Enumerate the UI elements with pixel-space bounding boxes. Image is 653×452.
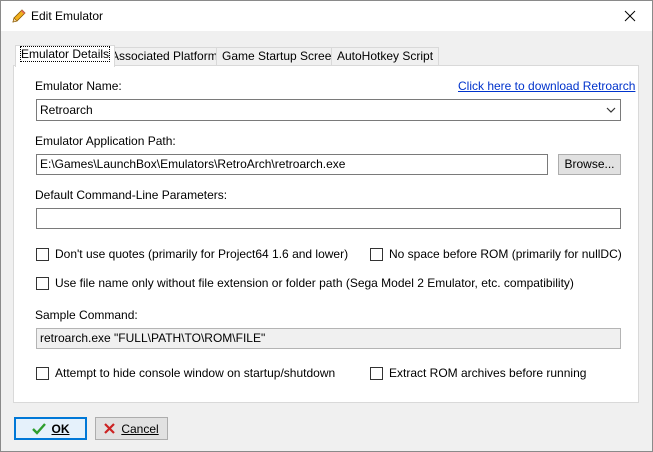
emulator-name-label: Emulator Name: xyxy=(35,79,122,93)
sample-command-field: retroarch.exe "FULL\PATH\TO\ROM\FILE" xyxy=(36,328,621,349)
tab-emulator-details[interactable]: Emulator Details xyxy=(15,45,116,67)
checkbox-box[interactable] xyxy=(370,366,383,380)
tab-associated-platforms[interactable]: Associated Platforms xyxy=(105,47,230,66)
checkbox-box[interactable] xyxy=(36,247,49,261)
sample-command-label: Sample Command: xyxy=(35,308,138,322)
checkbox-box[interactable] xyxy=(36,276,49,290)
edit-emulator-window: Edit Emulator Emulator Details Associate… xyxy=(0,0,653,452)
window-title: Edit Emulator xyxy=(31,9,104,23)
ok-label: OK xyxy=(51,421,70,436)
emulator-name-value: Retroarch xyxy=(40,103,93,117)
tab-autohotkey-script[interactable]: AutoHotkey Script xyxy=(331,47,440,66)
cancel-x-icon xyxy=(104,423,116,434)
title-bar: Edit Emulator xyxy=(1,1,652,31)
cmdline-input[interactable] xyxy=(36,208,621,229)
download-retroarch-link[interactable]: Click here to download Retroarch xyxy=(458,79,635,93)
close-icon xyxy=(624,10,636,22)
close-button[interactable] xyxy=(608,1,652,31)
dont-use-quotes-checkbox[interactable]: Don't use quotes (primarily for Project6… xyxy=(36,247,348,261)
emulator-name-combobox[interactable]: Retroarch xyxy=(36,99,621,121)
cancel-button[interactable]: Cancel xyxy=(95,417,168,440)
checkmark-icon xyxy=(31,422,46,435)
no-space-before-rom-checkbox[interactable]: No space before ROM (primarily for nullD… xyxy=(370,247,622,261)
file-name-only-checkbox[interactable]: Use file name only without file extensio… xyxy=(36,276,574,290)
app-path-input[interactable]: E:\Games\LaunchBox\Emulators\RetroArch\r… xyxy=(36,154,548,175)
chevron-down-icon xyxy=(606,107,616,113)
emulator-details-panel: Emulator Name: Click here to download Re… xyxy=(13,65,639,403)
hide-console-checkbox[interactable]: Attempt to hide console window on startu… xyxy=(36,366,335,380)
cancel-label: Cancel xyxy=(121,421,159,436)
pencil-icon xyxy=(11,8,27,24)
ok-button[interactable]: OK xyxy=(14,417,87,440)
app-path-label: Emulator Application Path: xyxy=(35,134,176,148)
extract-archives-checkbox[interactable]: Extract ROM archives before running xyxy=(370,366,586,380)
checkbox-box[interactable] xyxy=(36,366,49,380)
checkbox-box[interactable] xyxy=(370,247,383,261)
browse-button[interactable]: Browse... xyxy=(558,154,621,175)
cmdline-label: Default Command-Line Parameters: xyxy=(35,188,228,202)
tab-game-startup-screen[interactable]: Game Startup Screen xyxy=(216,47,345,66)
